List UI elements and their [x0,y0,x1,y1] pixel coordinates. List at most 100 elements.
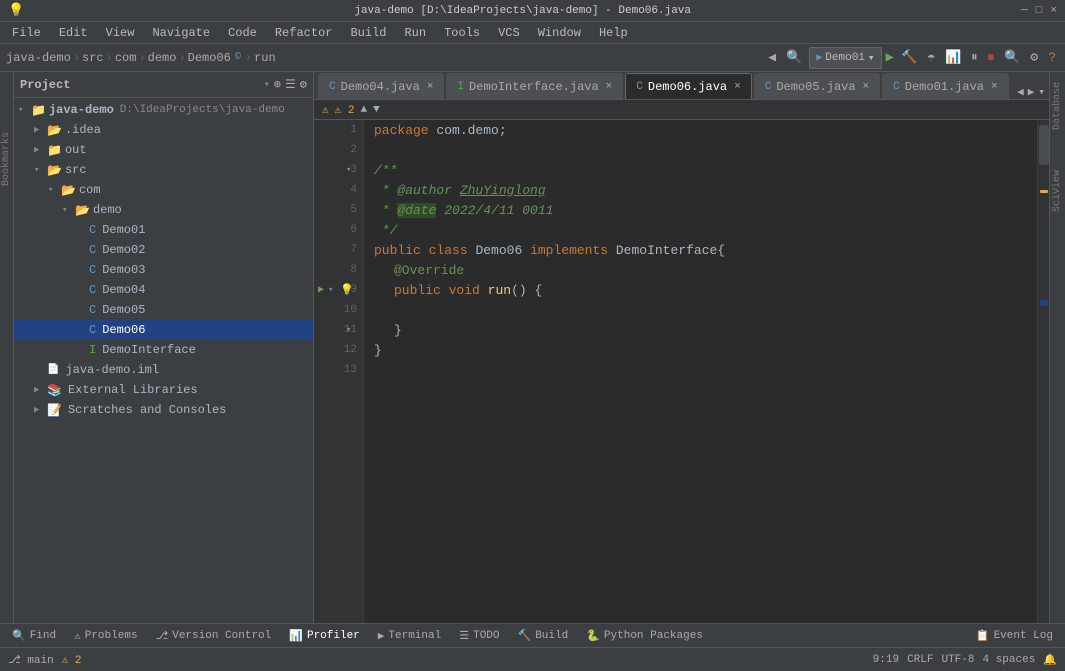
git-branch[interactable]: ⎇ main [8,653,54,667]
list-item[interactable]: ▶ C Demo05 [14,300,313,320]
run-config-dropdown[interactable]: ▶ Demo01 ▾ [809,47,881,69]
list-item[interactable]: ▶ 📝 Scratches and Consoles [14,400,313,420]
settings-icon[interactable]: ⚙ [1027,50,1041,65]
list-item[interactable]: ▶ 📄 java-demo.iml [14,360,313,380]
menu-file[interactable]: File [4,22,49,44]
menu-edit[interactable]: Edit [51,22,96,44]
project-tree: ▾ 📁 java-demo D:\IdeaProjects\java-demo … [14,98,313,623]
tab-demo06[interactable]: C Demo06.java × [625,73,751,99]
list-item[interactable]: ▶ C Demo03 [14,260,313,280]
expand-arrow: ▾ [48,185,58,195]
tab-demoint[interactable]: I DemoInterface.java × [446,73,623,99]
list-item[interactable]: ▶ C Demo04 [14,280,313,300]
line-col-status[interactable]: 9:19 [873,654,899,666]
vcs-tool[interactable]: ⎇ Version Control [148,625,280,647]
warning-status[interactable]: ⚠ 2 [62,653,82,667]
find-icon: 🔍 [12,629,26,643]
scview-panel[interactable]: SciView [1052,170,1063,212]
list-item[interactable]: ▶ I DemoInterface [14,340,313,360]
list-item[interactable]: ▶ 📚 External Libraries [14,380,313,400]
build-tool[interactable]: 🔨 Build [510,625,577,647]
database-panel[interactable]: Database [1052,82,1063,130]
menu-view[interactable]: View [98,22,143,44]
close-button[interactable]: × [1050,5,1057,17]
list-item[interactable]: ▾ 📂 com [14,180,313,200]
tab-close-icon[interactable]: × [606,81,613,93]
cursor-marker [1040,300,1048,306]
nav-down-icon[interactable]: ▼ [373,104,380,116]
settings-icon[interactable]: ⚙ [300,77,307,92]
indent-status[interactable]: 4 spaces [982,654,1035,666]
bookmarks-panel[interactable]: Bookmarks [1,132,12,186]
coverage-button[interactable]: ☂ [924,50,938,65]
collapse-icon[interactable]: ☰ [285,77,296,92]
menu-vcs[interactable]: VCS [490,22,528,44]
menu-help[interactable]: Help [591,22,636,44]
list-item[interactable]: ▾ 📂 src [14,160,313,180]
menu-tools[interactable]: Tools [436,22,488,44]
list-item[interactable]: ▶ C Demo06 [14,320,313,340]
todo-tool[interactable]: ☰ TODO [451,625,507,647]
list-item[interactable]: ▶ 📂 .idea [14,120,313,140]
pause-button[interactable]: ⏸ [968,50,981,65]
menu-refactor[interactable]: Refactor [267,22,341,44]
locate-icon[interactable]: ⊕ [274,77,281,92]
breadcrumb-demo[interactable]: demo [148,51,177,65]
status-left: ⎇ main ⚠ 2 [8,653,865,667]
breadcrumb-file[interactable]: Demo06 [188,51,231,65]
find-tool[interactable]: 🔍 Find [4,625,64,647]
tab-demo01[interactable]: C Demo01.java × [882,73,1008,99]
tree-root[interactable]: ▾ 📁 java-demo D:\IdeaProjects\java-demo [14,100,313,120]
breadcrumb-src[interactable]: src [82,51,104,65]
folder-icon: 📂 [75,203,90,218]
nav-up-icon[interactable]: ▲ [360,104,367,116]
stop-button[interactable]: ⏹ [985,50,998,65]
terminal-tool[interactable]: ▶ Terminal [370,625,449,647]
scrollbar-thumb[interactable] [1039,125,1049,165]
notifications-icon[interactable]: 🔔 [1043,653,1057,667]
menu-navigate[interactable]: Navigate [144,22,218,44]
tab-demo04[interactable]: C Demo04.java × [318,73,444,99]
profile-button[interactable]: 📊 [942,50,964,65]
maximize-button[interactable]: □ [1036,5,1043,17]
menu-code[interactable]: Code [220,22,265,44]
code-editor[interactable]: 1 2 ▾ 3 4 5 6 7 8 ▶ ▾ 💡 9 10 [314,120,1049,623]
run2-button[interactable]: 🔨 [898,50,920,65]
menu-run[interactable]: Run [396,22,434,44]
search-everywhere-icon[interactable]: 🔍 [1001,50,1023,65]
tree-item-label: Scratches and Consoles [68,403,226,417]
list-item[interactable]: ▶ C Demo01 [14,220,313,240]
tab-scroll-left[interactable]: ◀ [1017,85,1024,99]
tab-demo05[interactable]: C Demo05.java × [754,73,880,99]
menu-build[interactable]: Build [342,22,394,44]
spacer: ▶ [76,305,86,315]
tab-label: Demo01.java [905,80,984,94]
breadcrumb-com[interactable]: com [115,51,137,65]
tab-close-icon[interactable]: × [427,81,434,93]
breadcrumb-project[interactable]: java-demo [6,51,71,65]
python-packages-tool[interactable]: 🐍 Python Packages [578,625,711,647]
tab-close-icon[interactable]: × [734,81,741,93]
tab-close-icon[interactable]: × [991,81,998,93]
problems-tool[interactable]: ⚠ Problems [66,625,145,647]
profiler-tool[interactable]: 📊 Profiler [281,625,368,647]
menu-window[interactable]: Window [530,22,589,44]
tab-scroll-right[interactable]: ▶ [1028,85,1035,99]
help-icon[interactable]: ? [1045,50,1059,65]
charset-status[interactable]: UTF-8 [941,654,974,666]
breadcrumb-method[interactable]: run [254,51,276,65]
tab-label: Demo06.java [648,80,727,94]
run-button[interactable]: ▶ [886,49,894,66]
tab-close-icon[interactable]: × [863,81,870,93]
nav-search-icon[interactable]: 🔍 [783,50,805,65]
list-item[interactable]: ▶ C Demo02 [14,240,313,260]
line-ending-status[interactable]: CRLF [907,654,933,666]
java-class-icon: C [89,323,96,337]
minimize-button[interactable]: ─ [1021,5,1028,17]
list-item[interactable]: ▶ 📁 out [14,140,313,160]
code-content[interactable]: package com.demo; /** * @author ZhuYingl… [364,120,1037,623]
event-log-tool[interactable]: 📋 Event Log [968,625,1061,647]
nav-back-icon[interactable]: ◀ [765,50,779,65]
list-item[interactable]: ▾ 📂 demo [14,200,313,220]
tab-more[interactable]: ▾ [1038,85,1045,99]
